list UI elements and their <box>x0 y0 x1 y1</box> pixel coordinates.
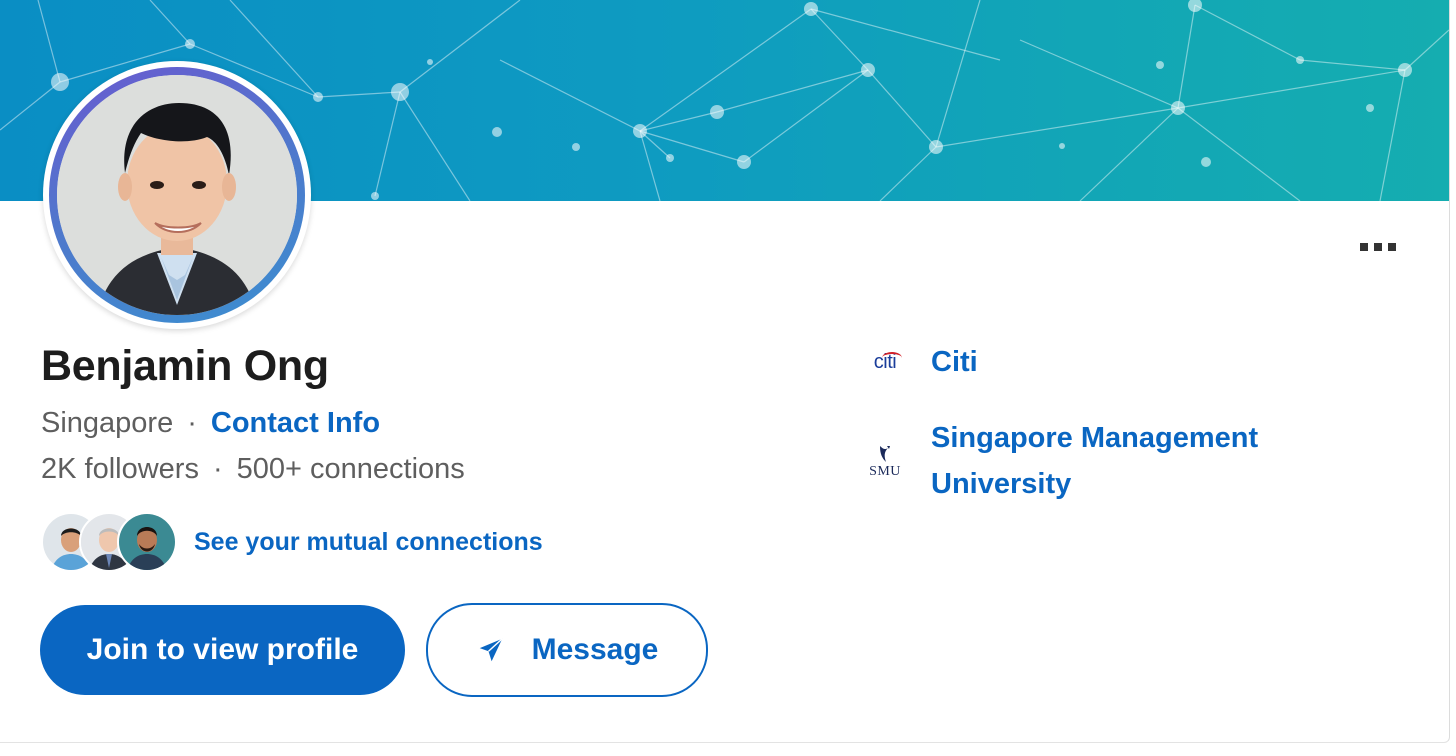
org-name-citi[interactable]: Citi <box>931 339 1311 385</box>
mutual-connections-link[interactable]: See your mutual connections <box>194 528 543 557</box>
profile-card: Benjamin Ong Singapore · Contact Info 2K… <box>0 0 1450 743</box>
contact-info-link[interactable]: Contact Info <box>211 407 380 440</box>
org-item-citi[interactable]: citi Citi <box>866 339 1311 385</box>
more-dot <box>1374 243 1382 251</box>
mutual-avatars <box>41 512 181 572</box>
org-name-smu[interactable]: Singapore Management University <box>931 415 1311 507</box>
network-row: 2K followers · 500+ connections <box>41 453 465 486</box>
send-icon <box>479 638 503 662</box>
location-row: Singapore · Contact Info <box>41 407 380 440</box>
citi-logo-icon: citi <box>866 343 904 381</box>
message-button[interactable]: Message <box>426 603 708 697</box>
connections-count: 500+ connections <box>236 453 465 485</box>
separator: · <box>212 453 223 485</box>
more-dot <box>1360 243 1368 251</box>
location-text: Singapore <box>41 407 174 439</box>
separator: · <box>187 407 197 439</box>
avatar <box>117 512 177 572</box>
smu-logo-icon: SMU <box>866 439 904 485</box>
join-to-view-profile-button[interactable]: Join to view profile <box>40 605 405 695</box>
org-item-smu[interactable]: SMU Singapore Management University <box>866 415 1311 507</box>
profile-photo <box>57 75 297 315</box>
profile-name: Benjamin Ong <box>41 342 329 390</box>
smu-logo-text: SMU <box>869 464 901 479</box>
more-dot <box>1388 243 1396 251</box>
citi-logo-text: citi <box>874 351 902 374</box>
mutual-connections[interactable]: See your mutual connections <box>41 512 543 572</box>
followers-count: 2K followers <box>41 453 199 485</box>
person-portrait-icon <box>57 75 297 315</box>
message-label: Message <box>531 633 659 666</box>
more-options-icon[interactable] <box>1352 233 1404 261</box>
profile-avatar <box>43 61 311 329</box>
smu-crest-icon <box>880 446 890 462</box>
